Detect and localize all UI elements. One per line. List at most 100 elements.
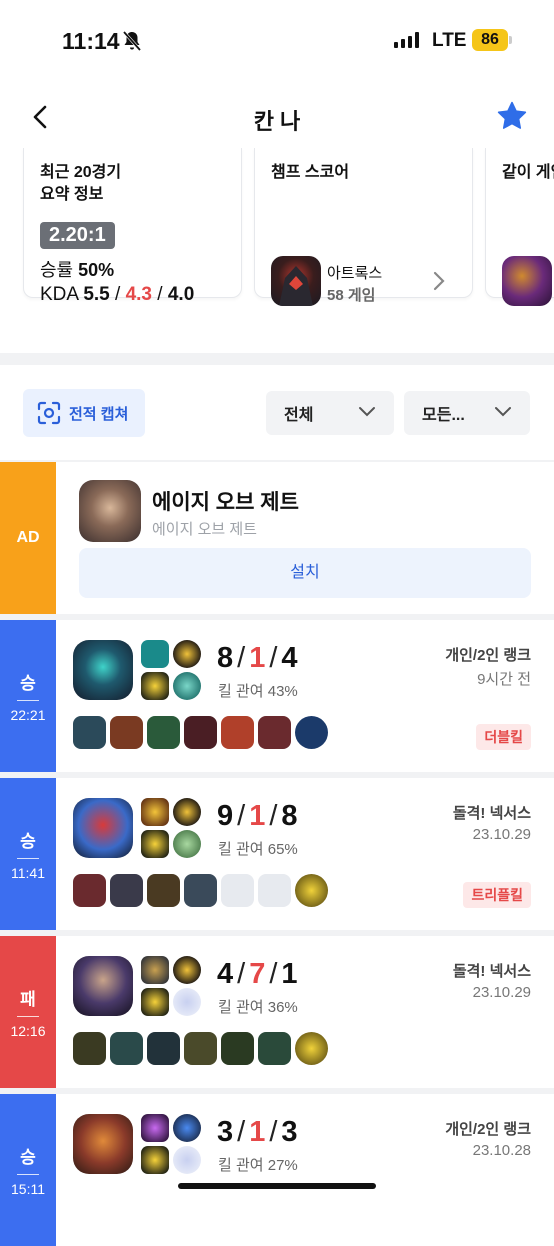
spell-icon bbox=[141, 988, 169, 1016]
kill-participation: 킬 관여 43% bbox=[218, 683, 298, 700]
played-with-card[interactable]: 같이 게임 bbox=[485, 148, 554, 306]
item-icon bbox=[147, 716, 180, 749]
player-avatar bbox=[502, 256, 552, 306]
champion-icon bbox=[73, 798, 133, 858]
item-icon bbox=[73, 1032, 106, 1065]
champion-icon bbox=[73, 1114, 133, 1174]
empty-item-slot bbox=[221, 874, 254, 907]
match-row[interactable]: 패 12:16 4/7/1 킬 관여 36% 돌격! 넥서스 23.10.29 bbox=[0, 936, 554, 1088]
match-result-side: 승 22:21 bbox=[0, 620, 56, 772]
match-time: 23.10.28 bbox=[472, 1142, 531, 1159]
queue-type: 개인/2인 랭크 bbox=[445, 647, 531, 664]
status-time: 11:14 bbox=[62, 28, 120, 54]
kill-participation: 킬 관여 65% bbox=[218, 841, 298, 858]
match-result-side: 패 12:16 bbox=[0, 936, 56, 1088]
multikill-badge: 트리플킬 bbox=[463, 882, 531, 908]
rune-icon bbox=[173, 640, 201, 668]
match-row[interactable]: 승 22:21 8/1/4 킬 관여 43% 개인/2인 랭크 9시간 전 더블킬 bbox=[0, 620, 554, 772]
ad-title: 에이지 오브 제트 bbox=[152, 491, 299, 514]
item-icon bbox=[221, 716, 254, 749]
card-heading: 같이 게임 bbox=[502, 164, 554, 181]
kill-participation: 킬 관여 27% bbox=[218, 1157, 298, 1174]
queue-type: 돌격! 넥서스 bbox=[452, 963, 531, 980]
card-heading: 챔프 스코어 bbox=[271, 164, 350, 181]
champion-filter-dropdown[interactable]: 모든... bbox=[404, 391, 530, 435]
match-time: 23.10.29 bbox=[472, 984, 531, 1001]
match-kda: 4/7/1 bbox=[217, 958, 299, 990]
spell-icon bbox=[141, 672, 169, 700]
ad-subtitle: 에이지 오브 제트 bbox=[152, 521, 257, 538]
multikill-badge: 더블킬 bbox=[476, 724, 531, 750]
chevron-right-icon[interactable] bbox=[431, 270, 447, 292]
install-button[interactable]: 설치 bbox=[79, 548, 531, 598]
item-list bbox=[73, 1032, 328, 1065]
match-row[interactable]: 승 15:11 3/1/3 킬 관여 27% 개인/2인 랭크 23.10.28 bbox=[0, 1094, 554, 1246]
item-icon bbox=[73, 716, 106, 749]
match-kda: 9/1/8 bbox=[217, 800, 299, 832]
item-icon bbox=[184, 874, 217, 907]
match-time: 23.10.29 bbox=[472, 826, 531, 843]
champion-filter-value: 모든... bbox=[422, 407, 465, 424]
item-icon bbox=[147, 1032, 180, 1065]
item-list bbox=[73, 874, 328, 907]
chevron-down-icon bbox=[359, 407, 375, 417]
card-heading: 최근 20경기 요약 정보 bbox=[40, 164, 122, 203]
item-icon bbox=[73, 874, 106, 907]
spell-icon bbox=[141, 956, 169, 984]
camera-scan-icon bbox=[37, 401, 61, 425]
rune-icon bbox=[173, 956, 201, 984]
match-row[interactable]: 승 11:41 9/1/8 킬 관여 65% 돌격! 넥서스 23.10.29 트… bbox=[0, 778, 554, 930]
match-result-side: 승 15:11 bbox=[0, 1094, 56, 1246]
spell-icon bbox=[141, 1146, 169, 1174]
champion-score-card[interactable]: 챔프 스코어 아트록스 58 게임 bbox=[254, 148, 473, 306]
ward-icon bbox=[295, 874, 328, 907]
favorite-star-icon[interactable] bbox=[496, 100, 528, 132]
ad-banner[interactable]: AD 에이지 오브 제트 에이지 오브 제트 설치 bbox=[0, 462, 554, 614]
queue-type: 돌격! 넥서스 bbox=[452, 805, 531, 822]
capture-button[interactable]: 전적 캡쳐 bbox=[23, 389, 145, 437]
item-icon bbox=[147, 874, 180, 907]
queue-filter-value: 전체 bbox=[284, 407, 314, 424]
battery-cap bbox=[509, 36, 512, 44]
rune-icon bbox=[173, 672, 201, 700]
match-kda: 3/1/3 bbox=[217, 1116, 299, 1148]
champion-games: 58 게임 bbox=[327, 287, 376, 304]
battery-icon: 86 bbox=[472, 29, 508, 51]
section-divider bbox=[0, 353, 554, 365]
capture-label: 전적 캡쳐 bbox=[69, 405, 129, 423]
ad-side-label: AD bbox=[0, 462, 56, 614]
signal-icon bbox=[394, 32, 419, 48]
item-icon bbox=[184, 716, 217, 749]
champion-name: 아트록스 bbox=[327, 265, 383, 282]
champion-avatar bbox=[271, 256, 321, 306]
summary-cards: 최근 20경기 요약 정보 2.20:1 승률 50% KDA 5.5 / 4.… bbox=[0, 148, 554, 328]
kill-participation: 킬 관여 36% bbox=[218, 999, 298, 1016]
nav-header: 칸 나 bbox=[0, 90, 554, 146]
match-result-side: 승 11:41 bbox=[0, 778, 56, 930]
empty-item-slot bbox=[258, 874, 291, 907]
filter-bar: 전적 캡쳐 전체 모든... bbox=[0, 385, 554, 441]
kda-text: KDA 5.5 / 4.3 / 4.0 bbox=[40, 284, 195, 305]
item-icon bbox=[184, 1032, 217, 1065]
match-kda: 8/1/4 bbox=[217, 642, 299, 674]
home-indicator[interactable] bbox=[178, 1183, 376, 1189]
spell-icon bbox=[141, 640, 169, 668]
item-icon bbox=[110, 716, 143, 749]
item-icon bbox=[110, 874, 143, 907]
match-time: 9시간 전 bbox=[477, 671, 531, 688]
rune-icon bbox=[173, 798, 201, 826]
queue-filter-dropdown[interactable]: 전체 bbox=[266, 391, 394, 435]
rune-icon bbox=[173, 1114, 201, 1142]
recent-summary-card[interactable]: 최근 20경기 요약 정보 2.20:1 승률 50% KDA 5.5 / 4.… bbox=[23, 148, 242, 305]
item-icon bbox=[258, 1032, 291, 1065]
ward-icon bbox=[295, 716, 328, 749]
queue-type: 개인/2인 랭크 bbox=[445, 1121, 531, 1138]
champion-icon bbox=[73, 956, 133, 1016]
ad-app-icon bbox=[79, 480, 141, 542]
status-bar: 11:14 LTE 86 bbox=[0, 0, 554, 80]
rune-icon bbox=[173, 830, 201, 858]
item-icon bbox=[258, 716, 291, 749]
bell-muted-icon bbox=[122, 31, 142, 51]
kda-ratio-badge: 2.20:1 bbox=[40, 222, 115, 249]
ward-icon bbox=[295, 1032, 328, 1065]
